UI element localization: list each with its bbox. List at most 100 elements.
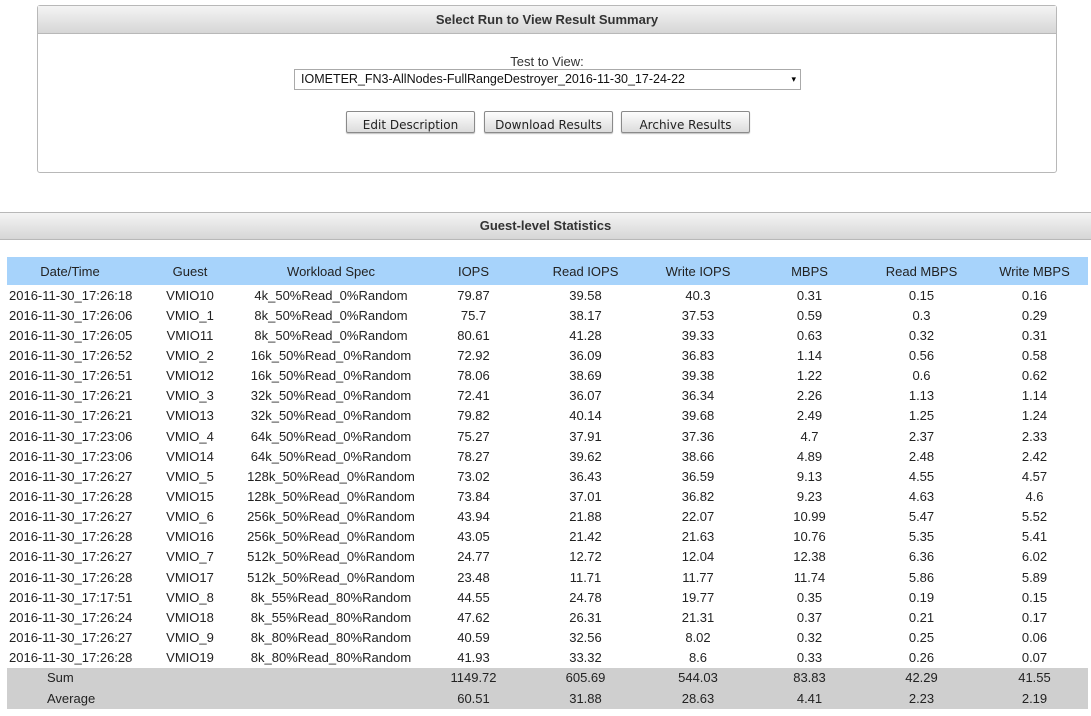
chevron-down-icon[interactable]: ▾ — [791, 70, 796, 89]
download-results-button[interactable]: Download Results — [484, 111, 613, 133]
table-cell: 0.15 — [1021, 589, 1048, 605]
table-cell: 5.52 — [1021, 509, 1048, 525]
table-cell: 0.59 — [796, 307, 823, 323]
table-cell: 2016-11-30_17:26:27 — [9, 509, 133, 525]
table-cell: 0.29 — [1021, 307, 1048, 323]
table-cell: VMIO11 — [166, 327, 214, 343]
table-cell: 39.33 — [681, 327, 715, 343]
table-cell: 4.57 — [1021, 468, 1048, 484]
table-cell: 75.27 — [457, 428, 490, 444]
summary-cell: 42.29 — [862, 667, 981, 689]
table-cell: 38.17 — [569, 307, 602, 323]
table-cell: 2016-11-30_17:23:06 — [9, 448, 133, 464]
table-cell: 36.43 — [569, 468, 602, 484]
table-cell: 8k_50%Read_0%Random — [254, 307, 408, 323]
table-cell: 0.31 — [796, 287, 823, 303]
table-row: 2016-11-30_17:26:51 VMIO12 16k_50%Read_0%R… — [7, 366, 1088, 386]
edit-description-button[interactable]: Edit Description — [346, 111, 475, 133]
table-cell: 6.36 — [908, 549, 935, 565]
table-cell: 39.62 — [569, 448, 602, 464]
table-cell: 43.05 — [457, 529, 490, 545]
table-cell: 5.41 — [1021, 529, 1048, 545]
table-header-row: Date/Time Guest Workload Spec IOPS Read IOPS… — [7, 257, 1088, 285]
column-header: Write MBPS — [981, 257, 1088, 285]
average-row: Average 60.51 31.88 28.63 4.41 2.23 2.19 — [7, 688, 1088, 709]
test-run-select[interactable]: IOMETER_FN3-AllNodes-FullRangeDestroyer_… — [294, 69, 801, 90]
table-cell: VMIO13 — [166, 408, 214, 424]
table-cell: 2.42 — [1021, 448, 1048, 464]
column-header: Guest — [133, 257, 247, 285]
table-cell: 21.42 — [569, 529, 602, 545]
table-cell: VMIO10 — [166, 287, 214, 303]
summary-cell — [133, 667, 247, 689]
table-row: 2016-11-30_17:26:52 VMIO_2 16k_50%Read_0%R… — [7, 345, 1088, 365]
table-row: 2016-11-30_17:26:27 VMIO_9 8k_80%Read_80%R… — [7, 627, 1088, 647]
table-row: 2016-11-30_17:23:06 VMIO_4 64k_50%Read_0%R… — [7, 426, 1088, 446]
summary-cell — [133, 688, 247, 709]
table-cell: 2.37 — [908, 428, 935, 444]
table-cell: VMIO19 — [166, 650, 214, 666]
table-cell: 0.33 — [796, 650, 823, 666]
table-cell: 0.32 — [796, 629, 823, 645]
table-cell: VMIO14 — [166, 448, 214, 464]
summary-cell: 60.51 — [415, 688, 532, 709]
table-cell: 0.21 — [908, 609, 935, 625]
table-cell: 8k_80%Read_80%Random — [250, 650, 412, 666]
table-cell: 0.62 — [1021, 368, 1048, 384]
table-cell: 26.31 — [569, 609, 602, 625]
summary-cell: 2.23 — [862, 688, 981, 709]
table-cell: 0.19 — [908, 589, 935, 605]
table-cell: 1.25 — [908, 408, 935, 424]
table-cell: 2016-11-30_17:26:27 — [9, 549, 133, 565]
table-cell: 11.71 — [569, 569, 602, 585]
archive-results-button[interactable]: Archive Results — [621, 111, 750, 133]
table-cell: 75.7 — [460, 307, 487, 323]
summary-cell: 544.03 — [639, 667, 757, 689]
table-cell: 2016-11-30_17:26:06 — [9, 307, 133, 323]
table-cell: VMIO_8 — [166, 589, 214, 605]
table-cell: 9.23 — [796, 488, 823, 504]
table-cell: 33.32 — [569, 650, 602, 666]
summary-cell: 31.88 — [532, 688, 639, 709]
table-cell: 4.7 — [800, 428, 819, 444]
table-cell: 512k_50%Read_0%Random — [247, 549, 415, 565]
table-cell: VMIO12 — [166, 368, 214, 384]
table-cell: VMIO_1 — [166, 307, 214, 323]
table-cell: 5.47 — [908, 509, 935, 525]
table-cell: VMIO_3 — [166, 388, 214, 404]
table-cell: VMIO16 — [166, 529, 214, 545]
table-cell: 0.58 — [1021, 347, 1048, 363]
table-cell: 2016-11-30_17:26:21 — [9, 388, 133, 404]
table-cell: 12.72 — [569, 549, 602, 565]
table-row: 2016-11-30_17:26:05 VMIO11 8k_50%Read_0%Ra… — [7, 325, 1088, 345]
table-row: 2016-11-30_17:26:24 VMIO18 8k_55%Read_80%R… — [7, 607, 1088, 627]
table-cell: 78.27 — [457, 448, 490, 464]
table-cell: 2016-11-30_17:17:51 — [9, 589, 133, 605]
table-cell: 2016-11-30_17:26:27 — [9, 468, 133, 484]
table-cell: 21.31 — [681, 609, 715, 625]
summary-cell: 28.63 — [639, 688, 757, 709]
table-cell: 1.24 — [1021, 408, 1048, 424]
table-cell: 40.14 — [569, 408, 602, 424]
table-cell: 8.02 — [685, 629, 711, 645]
guest-level-statistics-title: Guest-level Statistics — [0, 212, 1091, 240]
table-row: 2016-11-30_17:26:28 VMIO19 8k_80%Read_80%R… — [7, 648, 1088, 668]
table-row: 2016-11-30_17:26:06 VMIO_1 8k_50%Read_0%Ra… — [7, 305, 1088, 325]
table-cell: 43.94 — [457, 509, 490, 525]
table-cell: 2.48 — [908, 448, 935, 464]
summary-cell: 605.69 — [532, 667, 639, 689]
column-header: Date/Time — [7, 257, 133, 285]
table-cell: 10.76 — [793, 529, 826, 545]
table-cell: 5.35 — [908, 529, 935, 545]
column-header: Write IOPS — [639, 257, 757, 285]
table-cell: 32k_50%Read_0%Random — [250, 408, 412, 424]
table-cell: VMIO_6 — [166, 509, 214, 525]
table-row: 2016-11-30_17:23:06 VMIO14 64k_50%Read_0%R… — [7, 446, 1088, 466]
table-cell: 2.33 — [1021, 428, 1048, 444]
table-cell: 41.93 — [457, 650, 490, 666]
table-cell: 512k_50%Read_0%Random — [247, 569, 415, 585]
table-cell: VMIO_4 — [166, 428, 214, 444]
table-cell: 2.49 — [796, 408, 823, 424]
table-cell: 1.14 — [796, 347, 823, 363]
table-cell: 73.84 — [457, 488, 490, 504]
